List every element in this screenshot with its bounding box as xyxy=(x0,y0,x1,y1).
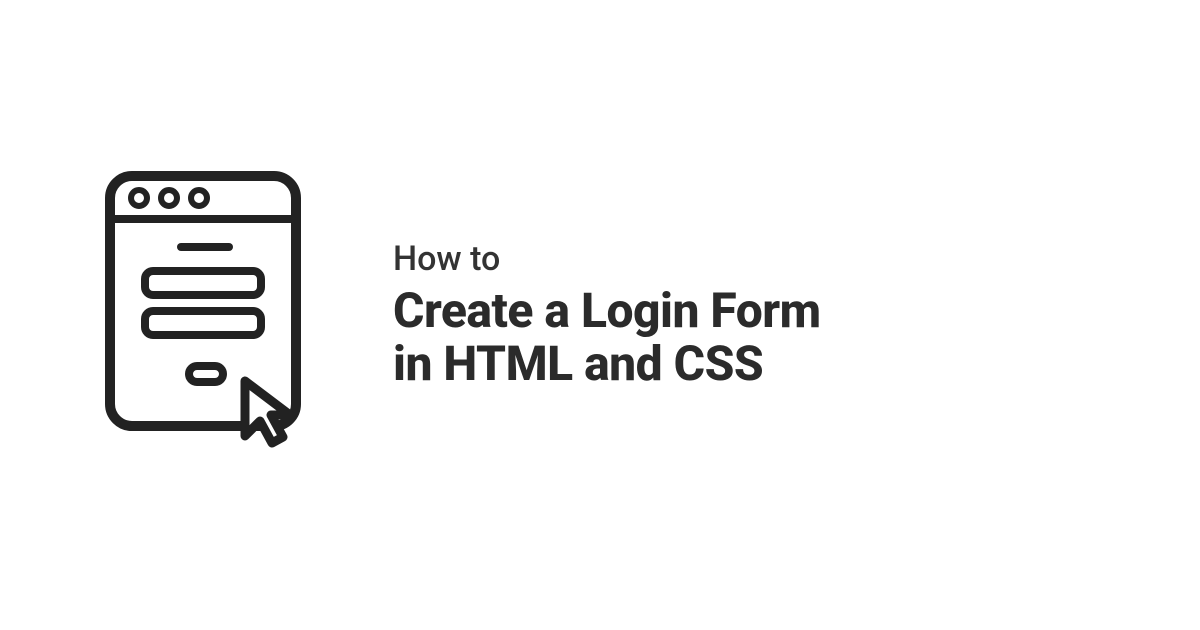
hero-banner: How to Create a Login Form in HTML and C… xyxy=(105,171,821,460)
title-block: How to Create a Login Form in HTML and C… xyxy=(393,239,821,391)
headline-line-1: Create a Login Form xyxy=(393,282,821,339)
title-prefix: How to xyxy=(393,239,821,280)
title-headline: Create a Login Form in HTML and CSS xyxy=(393,284,821,392)
headline-line-2: in HTML and CSS xyxy=(393,335,763,392)
login-form-illustration-icon xyxy=(105,171,333,460)
